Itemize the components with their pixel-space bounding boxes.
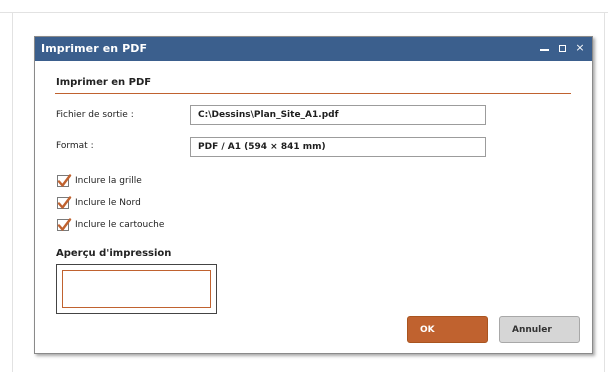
minimize-button[interactable]: [538, 40, 550, 56]
maximize-icon: [558, 44, 566, 52]
grid-option-label: Inclure la grille: [75, 176, 142, 186]
format-label: Format :: [56, 141, 94, 151]
minimize-icon: [539, 49, 549, 51]
titleblock-checkbox[interactable]: [57, 218, 72, 231]
print-pdf-dialog: Imprimer en PDF × Imprimer en PDF Fichie…: [34, 36, 593, 354]
window-controls: ×: [538, 40, 586, 56]
ok-button[interactable]: OK: [407, 316, 488, 343]
checkmark-icon: [57, 174, 72, 187]
option-include-grid[interactable]: Inclure la grille: [57, 174, 142, 188]
north-option-label: Inclure le Nord: [75, 198, 141, 208]
cancel-button[interactable]: Annuler: [499, 316, 580, 343]
print-preview-box: [56, 264, 217, 314]
dialog-titlebar[interactable]: Imprimer en PDF ×: [35, 37, 592, 61]
grid-checkbox[interactable]: [57, 174, 72, 187]
dialog-title: Imprimer en PDF: [41, 42, 148, 55]
print-preview-page: [62, 270, 211, 308]
checkmark-icon: [57, 196, 72, 209]
maximize-button[interactable]: [556, 40, 568, 56]
titleblock-option-label: Inclure le cartouche: [75, 220, 165, 230]
checkmark-icon: [57, 218, 72, 231]
option-include-north[interactable]: Inclure le Nord: [57, 196, 141, 210]
section-title: Imprimer en PDF: [56, 77, 152, 88]
output-file-input[interactable]: [190, 105, 486, 125]
close-button[interactable]: ×: [574, 40, 586, 56]
frame-border-left: [12, 12, 13, 372]
desktop-background: Imprimer en PDF × Imprimer en PDF Fichie…: [0, 0, 608, 372]
frame-border-top: [0, 12, 608, 13]
north-checkbox[interactable]: [57, 196, 72, 209]
close-icon: ×: [575, 41, 585, 54]
output-file-label: Fichier de sortie :: [56, 110, 134, 120]
format-input[interactable]: [190, 137, 486, 157]
option-include-titleblock[interactable]: Inclure le cartouche: [57, 218, 164, 232]
preview-title: Aperçu d'impression: [56, 248, 172, 259]
section-divider: [55, 93, 571, 94]
frame-border-right: [604, 12, 605, 372]
